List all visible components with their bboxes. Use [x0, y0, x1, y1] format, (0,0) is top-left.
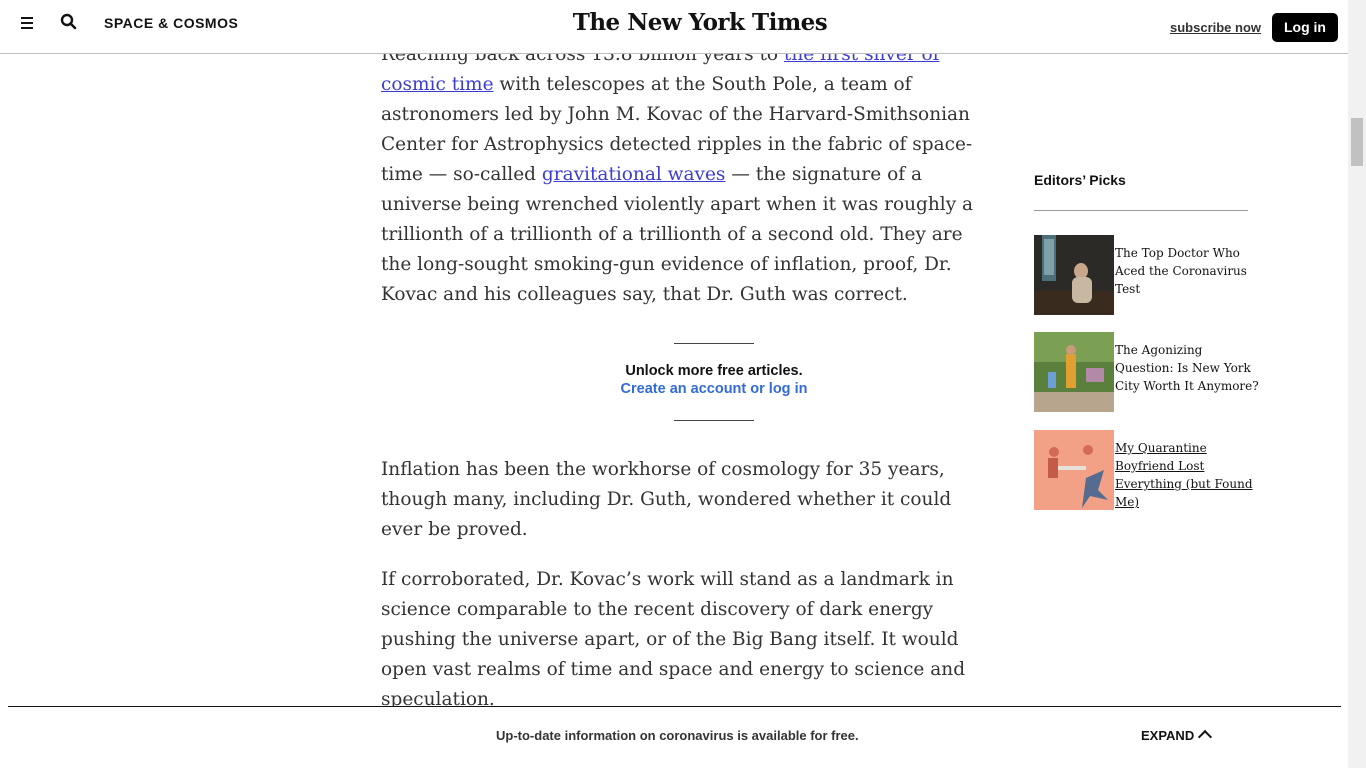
article-paragraph: Inflation has been the workhorse of cosm… — [381, 455, 977, 545]
editors-pick-item[interactable]: My Quarantine Boyfriend Lost Everything … — [1034, 430, 1274, 510]
page-scrollbar[interactable] — [1348, 0, 1366, 768]
scrollbar-thumb[interactable] — [1351, 118, 1363, 166]
expand-button[interactable]: EXPAND — [1141, 728, 1213, 745]
top-navigation-bar: SPACE & COSMOS The New York Times subscr… — [0, 0, 1348, 54]
editors-pick-item[interactable]: The Top Doctor Who Aced the Coronavirus … — [1034, 235, 1274, 315]
editors-picks-title: Editors’ Picks — [1034, 172, 1126, 188]
article-paragraph: Reaching back across 13.8 billion years … — [381, 40, 977, 310]
pick-title[interactable]: The Agonizing Question: Is New York City… — [1115, 341, 1263, 395]
coronavirus-info-bar: Up-to-date information on coronavirus is… — [8, 706, 1341, 769]
hamburger-menu-icon[interactable] — [21, 14, 37, 32]
pick-title[interactable]: My Quarantine Boyfriend Lost Everything … — [1115, 439, 1263, 511]
chevron-up-icon[interactable] — [1198, 729, 1213, 745]
paywall-divider-bottom — [674, 420, 754, 421]
paywall-prompt: Unlock more free articles. Create an acc… — [381, 363, 1047, 397]
search-icon[interactable] — [60, 13, 80, 33]
coronavirus-info-text: Up-to-date information on coronavirus is… — [496, 728, 859, 743]
paywall-divider-top — [674, 343, 754, 344]
login-button[interactable]: Log in — [1272, 13, 1338, 42]
section-label[interactable]: SPACE & COSMOS — [104, 15, 238, 31]
editors-pick-item[interactable]: The Agonizing Question: Is New York City… — [1034, 332, 1274, 412]
expand-label[interactable]: EXPAND — [1141, 728, 1194, 743]
pick-thumbnail-image — [1034, 332, 1114, 412]
paragraph-text: If corroborated, Dr. Kovac’s work will s… — [381, 569, 966, 710]
sidebar-divider — [1034, 210, 1248, 211]
inline-link-gravitational-waves[interactable]: gravitational waves — [542, 164, 726, 185]
subscribe-link[interactable]: subscribe now — [1170, 20, 1261, 35]
editors-picks-sidebar: Editors’ Picks The Top Doctor Who Aced t… — [1034, 172, 1274, 510]
nyt-logo[interactable]: The New York Times — [560, 9, 840, 36]
paywall-label: Unlock more free articles. — [625, 363, 803, 379]
pick-thumbnail-image — [1034, 235, 1114, 315]
pick-title[interactable]: The Top Doctor Who Aced the Coronavirus … — [1115, 244, 1263, 298]
create-account-link[interactable]: Create an account or log in — [381, 381, 1047, 397]
article-paragraph: If corroborated, Dr. Kovac’s work will s… — [381, 565, 977, 715]
pick-thumbnail-image — [1034, 430, 1114, 510]
paragraph-text: Inflation has been the workhorse of cosm… — [381, 459, 952, 540]
paragraph-text: — the signature of a universe being wren… — [381, 164, 974, 305]
